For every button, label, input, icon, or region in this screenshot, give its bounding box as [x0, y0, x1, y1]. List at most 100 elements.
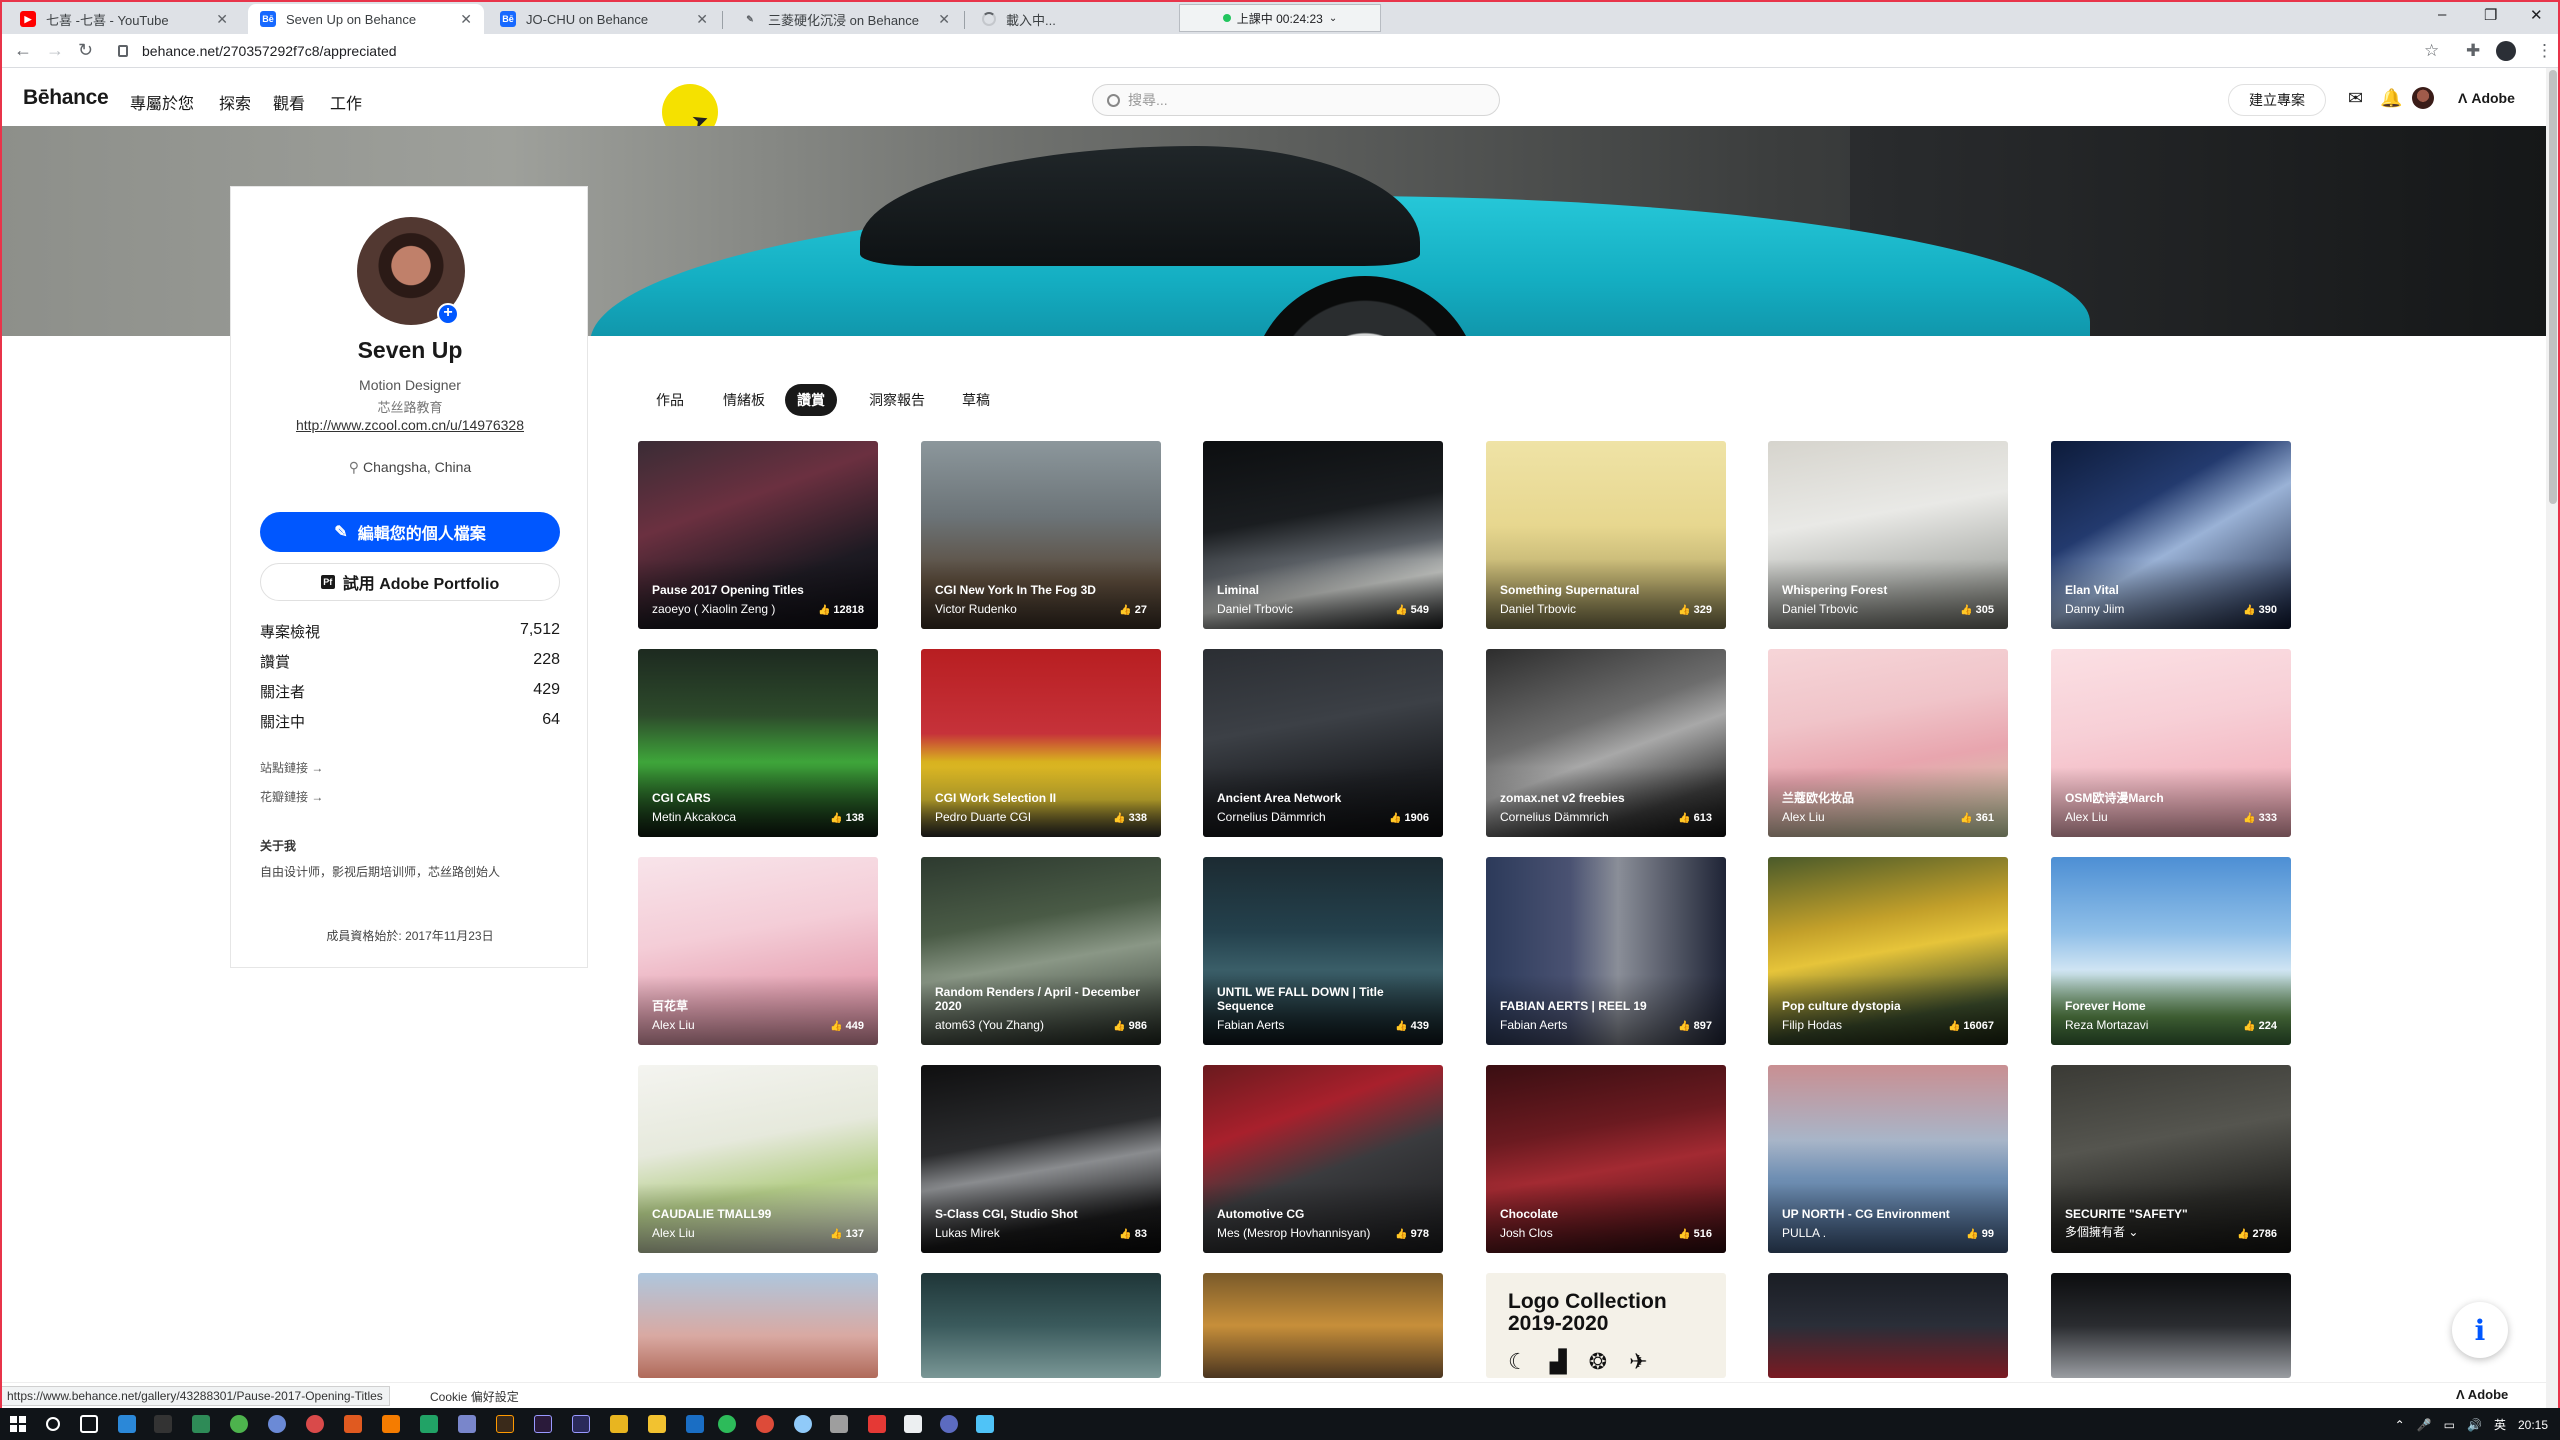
add-icon[interactable]: + [437, 303, 459, 325]
project-title[interactable]: CAUDALIE TMALL99 [652, 1207, 864, 1221]
app-icon[interactable] [420, 1415, 438, 1433]
tab-moodboards[interactable]: 情緒板 [711, 384, 777, 416]
project-author[interactable]: Metin Akcakoca [652, 810, 736, 824]
project-title[interactable]: Elan Vital [2065, 583, 2277, 597]
app-icon[interactable] [306, 1415, 324, 1433]
tab-drafts[interactable]: 草稿 [950, 384, 1002, 416]
nav-for-you[interactable]: 專屬於您 [130, 90, 194, 114]
project-author[interactable]: Reza Mortazavi [2065, 1018, 2148, 1032]
project-card[interactable]: Logo Collection 2019-2020 ☾ ▟ ❂ ✈ [1486, 1273, 1726, 1378]
project-card[interactable]: Ancient Area Network Cornelius Dämmrich 👍 1… [1203, 649, 1443, 837]
adobe-logo[interactable]: Ʌ Adobe [2458, 90, 2515, 106]
project-card[interactable]: 百花草 Alex Liu 👍 449 [638, 857, 878, 1045]
project-author[interactable]: Filip Hodas [1782, 1018, 1842, 1032]
reload-icon[interactable]: ↻ [78, 40, 93, 61]
project-title[interactable]: S-Class CGI, Studio Shot [935, 1207, 1147, 1221]
restore-icon[interactable]: ❐ [2484, 6, 2497, 24]
project-card[interactable]: zomax.net v2 freebies Cornelius Dämmrich 👍… [1486, 649, 1726, 837]
project-author[interactable]: Daniel Trbovic [1217, 602, 1293, 616]
ime-indicator[interactable]: 英 [2494, 1416, 2506, 1433]
cookie-preferences-link[interactable]: Cookie 偏好設定 [430, 1388, 519, 1405]
browser-tab-seven-up[interactable]: Bē Seven Up on Behance ✕ [248, 4, 484, 34]
project-card[interactable]: SECURITE "SAFETY" 多個擁有者 ⌄ 👍 2786 [2051, 1065, 2291, 1253]
app-icon[interactable] [976, 1415, 994, 1433]
project-title[interactable]: Random Renders / April - December 2020 [935, 985, 1147, 1013]
close-icon[interactable]: ✕ [216, 11, 228, 28]
project-title[interactable]: Pause 2017 Opening Titles [652, 583, 864, 597]
project-card[interactable] [921, 1273, 1161, 1378]
project-card[interactable]: FABIAN AERTS | REEL 19 Fabian Aerts 👍 897 [1486, 857, 1726, 1045]
tab-insights[interactable]: 洞察報告 [857, 384, 937, 416]
create-project-button[interactable]: 建立專案 [2228, 84, 2326, 116]
project-title[interactable]: Forever Home [2065, 999, 2277, 1013]
nav-explore[interactable]: 探索 [219, 90, 251, 114]
project-author[interactable]: Alex Liu [2065, 810, 2108, 824]
tab-work[interactable]: 作品 [644, 384, 696, 416]
browser-tab-youtube[interactable]: ▶ 七喜 -七喜 - YouTube ✕ [8, 4, 240, 34]
tray-chevron-icon[interactable]: ⌃ [2395, 1418, 2405, 1432]
project-title[interactable]: Ancient Area Network [1217, 791, 1429, 805]
extensions-icon[interactable]: ✚ [2466, 41, 2480, 61]
project-card[interactable]: Chocolate Josh Clos 👍 516 [1486, 1065, 1726, 1253]
app-icon[interactable] [192, 1415, 210, 1433]
project-card[interactable]: Elan Vital Danny Jiim 👍 390 [2051, 441, 2291, 629]
app-icon[interactable] [268, 1415, 286, 1433]
nav-watch[interactable]: 觀看 [273, 90, 305, 114]
project-card[interactable]: Something Supernatural Daniel Trbovic 👍 329 [1486, 441, 1726, 629]
after-effects-icon[interactable] [534, 1415, 552, 1433]
file-explorer-icon[interactable] [648, 1415, 666, 1433]
project-card[interactable]: 兰蔻欧化妆品 Alex Liu 👍 361 [1768, 649, 2008, 837]
project-card[interactable]: CGI New York In The Fog 3D Victor Rudenko… [921, 441, 1161, 629]
tab-appreciations[interactable]: 讚賞 [785, 384, 837, 416]
project-title[interactable]: OSM欧诗漫March [2065, 791, 2277, 805]
project-author[interactable]: Victor Rudenko [935, 602, 1017, 616]
project-author[interactable]: Josh Clos [1500, 1226, 1553, 1240]
project-card[interactable]: CGI Work Selection II Pedro Duarte CGI 👍 33… [921, 649, 1161, 837]
network-icon[interactable]: ▭ [2444, 1418, 2455, 1432]
flower-link[interactable]: 花瓣鏈接 → [260, 788, 323, 805]
user-avatar[interactable] [2412, 87, 2434, 109]
address-bar[interactable]: behance.net/270357292f7c8/appreciated [118, 38, 2418, 64]
project-author[interactable]: Mes (Mesrop Hovhannisyan) [1217, 1226, 1370, 1240]
project-card[interactable]: Whispering Forest Daniel Trbovic 👍 305 [1768, 441, 2008, 629]
project-card[interactable] [2051, 1273, 2291, 1378]
app-icon[interactable] [830, 1415, 848, 1433]
chrome-icon[interactable] [756, 1415, 774, 1433]
app-icon[interactable] [868, 1415, 886, 1433]
behance-logo[interactable]: Bēhance [23, 86, 109, 110]
project-card[interactable]: UP NORTH - CG Environment PULLA . 👍 99 [1768, 1065, 2008, 1253]
forward-icon[interactable]: → [46, 40, 64, 61]
stat-followers[interactable]: 關注者 429 [260, 681, 560, 703]
browser-tab-jo-chu[interactable]: Bē JO-CHU on Behance ✕ [488, 4, 720, 34]
project-title[interactable]: CGI New York In The Fog 3D [935, 583, 1147, 597]
minimize-icon[interactable]: – [2438, 6, 2446, 23]
volume-icon[interactable]: 🔊 [2467, 1418, 2482, 1432]
project-author[interactable]: Fabian Aerts [1500, 1018, 1567, 1032]
scrollbar-thumb[interactable] [2549, 70, 2557, 504]
app-icon[interactable] [382, 1415, 400, 1433]
project-author[interactable]: Pedro Duarte CGI [935, 810, 1031, 824]
app-icon[interactable] [940, 1415, 958, 1433]
edit-profile-button[interactable]: ✎ 編輯您的個人檔案 [260, 512, 560, 552]
project-card[interactable]: UNTIL WE FALL DOWN | Title Sequence Fabia… [1203, 857, 1443, 1045]
try-adobe-portfolio-button[interactable]: Pf 試用 Adobe Portfolio [260, 563, 560, 601]
project-title[interactable]: FABIAN AERTS | REEL 19 [1500, 999, 1712, 1013]
project-title[interactable]: Automotive CG [1217, 1207, 1429, 1221]
close-icon[interactable]: ✕ [938, 11, 950, 28]
app-icon[interactable] [686, 1415, 704, 1433]
project-author[interactable]: Lukas Mirek [935, 1226, 1000, 1240]
app-icon[interactable] [154, 1415, 172, 1433]
project-card[interactable]: OSM欧诗漫March Alex Liu 👍 333 [2051, 649, 2291, 837]
project-title[interactable]: Whispering Forest [1782, 583, 1994, 597]
recording-indicator[interactable]: 上課中 00:24:23 ⌄ [1179, 4, 1381, 32]
project-title[interactable]: UP NORTH - CG Environment [1782, 1207, 1994, 1221]
app-icon[interactable] [458, 1415, 476, 1433]
back-icon[interactable]: ← [14, 40, 32, 61]
project-author[interactable]: Daniel Trbovic [1782, 602, 1858, 616]
project-card[interactable]: Automotive CG Mes (Mesrop Hovhannisyan) 👍 9… [1203, 1065, 1443, 1253]
project-author[interactable]: 多個擁有者 ⌄ [2065, 1223, 2138, 1240]
premiere-icon[interactable] [572, 1415, 590, 1433]
project-card[interactable]: CAUDALIE TMALL99 Alex Liu 👍 137 [638, 1065, 878, 1253]
project-author[interactable]: PULLA . [1782, 1226, 1826, 1240]
project-author[interactable]: Alex Liu [652, 1226, 695, 1240]
